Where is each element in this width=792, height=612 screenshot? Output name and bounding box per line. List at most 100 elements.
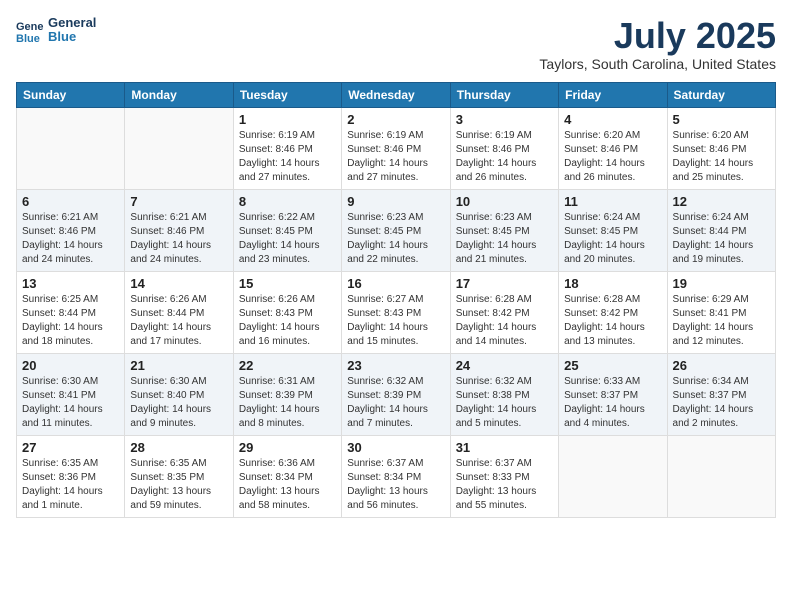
calendar-cell: 12Sunrise: 6:24 AM Sunset: 8:44 PM Dayli… <box>667 189 775 271</box>
calendar-header-thursday: Thursday <box>450 82 558 107</box>
day-info: Sunrise: 6:21 AM Sunset: 8:46 PM Dayligh… <box>22 211 119 267</box>
day-info: Sunrise: 6:28 AM Sunset: 8:42 PM Dayligh… <box>456 293 553 349</box>
day-number: 9 <box>347 194 444 209</box>
calendar-header-tuesday: Tuesday <box>233 82 341 107</box>
calendar-cell: 8 Sunrise: 6:22 AM Sunset: 8:45 PM Daylig… <box>233 189 341 271</box>
day-info: Sunrise: 6:23 AM Sunset: 8:45 PM Dayligh… <box>456 211 553 267</box>
day-number: 16 <box>347 276 444 291</box>
calendar-cell: 19 Sunrise: 6:29 AM Sunset: 8:41 PM Dayli… <box>667 271 775 353</box>
day-info: Sunrise: 6:37 AM Sunset: 8:33 PM Dayligh… <box>456 457 553 513</box>
day-info: Sunrise: 6:30 AM Sunset: 8:40 PM Dayligh… <box>130 375 227 431</box>
page-header: General Blue General Blue July 2025 Tayl… <box>16 16 776 72</box>
day-number: 24 <box>456 358 553 373</box>
calendar-cell: 13 Sunrise: 6:25 AM Sunset: 8:44 PM Dayli… <box>17 271 125 353</box>
day-number: 1 <box>239 112 336 127</box>
calendar-cell: 21 Sunrise: 6:30 AM Sunset: 8:40 PM Dayli… <box>125 353 233 435</box>
day-number: 29 <box>239 440 336 455</box>
calendar-week-row: 6 Sunrise: 6:21 AM Sunset: 8:46 PM Daylig… <box>17 189 776 271</box>
calendar-cell: 31 Sunrise: 6:37 AM Sunset: 8:33 PM Dayli… <box>450 435 558 517</box>
calendar-cell: 17 Sunrise: 6:28 AM Sunset: 8:42 PM Dayli… <box>450 271 558 353</box>
day-info: Sunrise: 6:19 AM Sunset: 8:46 PM Dayligh… <box>239 129 336 185</box>
calendar-header-friday: Friday <box>559 82 667 107</box>
calendar-cell: 23 Sunrise: 6:32 AM Sunset: 8:39 PM Dayli… <box>342 353 450 435</box>
svg-text:Blue: Blue <box>16 33 40 44</box>
svg-text:General: General <box>16 21 44 33</box>
calendar-cell: 4Sunrise: 6:20 AM Sunset: 8:46 PM Daylig… <box>559 107 667 189</box>
day-info: Sunrise: 6:35 AM Sunset: 8:36 PM Dayligh… <box>22 457 119 513</box>
day-number: 7 <box>130 194 227 209</box>
day-number: 5 <box>673 112 770 127</box>
day-number: 30 <box>347 440 444 455</box>
calendar-header-saturday: Saturday <box>667 82 775 107</box>
calendar-cell <box>17 107 125 189</box>
calendar-cell: 27 Sunrise: 6:35 AM Sunset: 8:36 PM Dayli… <box>17 435 125 517</box>
day-info: Sunrise: 6:19 AM Sunset: 8:46 PM Dayligh… <box>456 129 553 185</box>
day-number: 31 <box>456 440 553 455</box>
calendar-cell: 2 Sunrise: 6:19 AM Sunset: 8:46 PM Daylig… <box>342 107 450 189</box>
calendar-cell: 1 Sunrise: 6:19 AM Sunset: 8:46 PM Daylig… <box>233 107 341 189</box>
calendar-header-row: SundayMondayTuesdayWednesdayThursdayFrid… <box>17 82 776 107</box>
month-title: July 2025 <box>539 16 776 56</box>
calendar-header-wednesday: Wednesday <box>342 82 450 107</box>
calendar-cell <box>667 435 775 517</box>
day-number: 19 <box>673 276 770 291</box>
day-number: 21 <box>130 358 227 373</box>
calendar-cell: 10 Sunrise: 6:23 AM Sunset: 8:45 PM Dayli… <box>450 189 558 271</box>
calendar-cell <box>559 435 667 517</box>
calendar-cell: 30 Sunrise: 6:37 AM Sunset: 8:34 PM Dayli… <box>342 435 450 517</box>
calendar-cell: 15 Sunrise: 6:26 AM Sunset: 8:43 PM Dayli… <box>233 271 341 353</box>
day-number: 11 <box>564 194 661 209</box>
calendar-cell: 22Sunrise: 6:31 AM Sunset: 8:39 PM Dayli… <box>233 353 341 435</box>
day-info: Sunrise: 6:24 AM Sunset: 8:45 PM Dayligh… <box>564 211 661 267</box>
day-number: 8 <box>239 194 336 209</box>
day-info: Sunrise: 6:32 AM Sunset: 8:39 PM Dayligh… <box>347 375 444 431</box>
day-number: 6 <box>22 194 119 209</box>
day-info: Sunrise: 6:36 AM Sunset: 8:34 PM Dayligh… <box>239 457 336 513</box>
day-number: 2 <box>347 112 444 127</box>
calendar-cell: 29 Sunrise: 6:36 AM Sunset: 8:34 PM Dayli… <box>233 435 341 517</box>
day-number: 10 <box>456 194 553 209</box>
day-info: Sunrise: 6:37 AM Sunset: 8:34 PM Dayligh… <box>347 457 444 513</box>
day-info: Sunrise: 6:26 AM Sunset: 8:44 PM Dayligh… <box>130 293 227 349</box>
day-number: 28 <box>130 440 227 455</box>
calendar-cell <box>125 107 233 189</box>
calendar-cell: 25 Sunrise: 6:33 AM Sunset: 8:37 PM Dayli… <box>559 353 667 435</box>
calendar-week-row: 13 Sunrise: 6:25 AM Sunset: 8:44 PM Dayli… <box>17 271 776 353</box>
calendar-cell: 7 Sunrise: 6:21 AM Sunset: 8:46 PM Daylig… <box>125 189 233 271</box>
day-info: Sunrise: 6:19 AM Sunset: 8:46 PM Dayligh… <box>347 129 444 185</box>
calendar-header-monday: Monday <box>125 82 233 107</box>
calendar-cell: 20 Sunrise: 6:30 AM Sunset: 8:41 PM Dayli… <box>17 353 125 435</box>
day-info: Sunrise: 6:33 AM Sunset: 8:37 PM Dayligh… <box>564 375 661 431</box>
day-info: Sunrise: 6:24 AM Sunset: 8:44 PM Dayligh… <box>673 211 770 267</box>
day-number: 20 <box>22 358 119 373</box>
day-number: 27 <box>22 440 119 455</box>
title-block: July 2025 Taylors, South Carolina, Unite… <box>539 16 776 72</box>
calendar-cell: 6 Sunrise: 6:21 AM Sunset: 8:46 PM Daylig… <box>17 189 125 271</box>
calendar-week-row: 20 Sunrise: 6:30 AM Sunset: 8:41 PM Dayli… <box>17 353 776 435</box>
day-number: 14 <box>130 276 227 291</box>
day-info: Sunrise: 6:21 AM Sunset: 8:46 PM Dayligh… <box>130 211 227 267</box>
calendar-cell: 11 Sunrise: 6:24 AM Sunset: 8:45 PM Dayli… <box>559 189 667 271</box>
day-info: Sunrise: 6:26 AM Sunset: 8:43 PM Dayligh… <box>239 293 336 349</box>
calendar-cell: 24Sunrise: 6:32 AM Sunset: 8:38 PM Dayli… <box>450 353 558 435</box>
day-info: Sunrise: 6:22 AM Sunset: 8:45 PM Dayligh… <box>239 211 336 267</box>
day-number: 4 <box>564 112 661 127</box>
day-info: Sunrise: 6:30 AM Sunset: 8:41 PM Dayligh… <box>22 375 119 431</box>
day-number: 15 <box>239 276 336 291</box>
calendar-cell: 5Sunrise: 6:20 AM Sunset: 8:46 PM Daylig… <box>667 107 775 189</box>
calendar-week-row: 27 Sunrise: 6:35 AM Sunset: 8:36 PM Dayli… <box>17 435 776 517</box>
logo-line2: Blue <box>48 30 96 44</box>
day-info: Sunrise: 6:29 AM Sunset: 8:41 PM Dayligh… <box>673 293 770 349</box>
day-info: Sunrise: 6:27 AM Sunset: 8:43 PM Dayligh… <box>347 293 444 349</box>
calendar-week-row: 1 Sunrise: 6:19 AM Sunset: 8:46 PM Daylig… <box>17 107 776 189</box>
calendar-cell: 18Sunrise: 6:28 AM Sunset: 8:42 PM Dayli… <box>559 271 667 353</box>
day-number: 23 <box>347 358 444 373</box>
logo-line1: General <box>48 16 96 30</box>
day-number: 13 <box>22 276 119 291</box>
calendar-cell: 14 Sunrise: 6:26 AM Sunset: 8:44 PM Dayli… <box>125 271 233 353</box>
day-number: 3 <box>456 112 553 127</box>
day-number: 25 <box>564 358 661 373</box>
day-info: Sunrise: 6:28 AM Sunset: 8:42 PM Dayligh… <box>564 293 661 349</box>
day-info: Sunrise: 6:25 AM Sunset: 8:44 PM Dayligh… <box>22 293 119 349</box>
day-number: 17 <box>456 276 553 291</box>
